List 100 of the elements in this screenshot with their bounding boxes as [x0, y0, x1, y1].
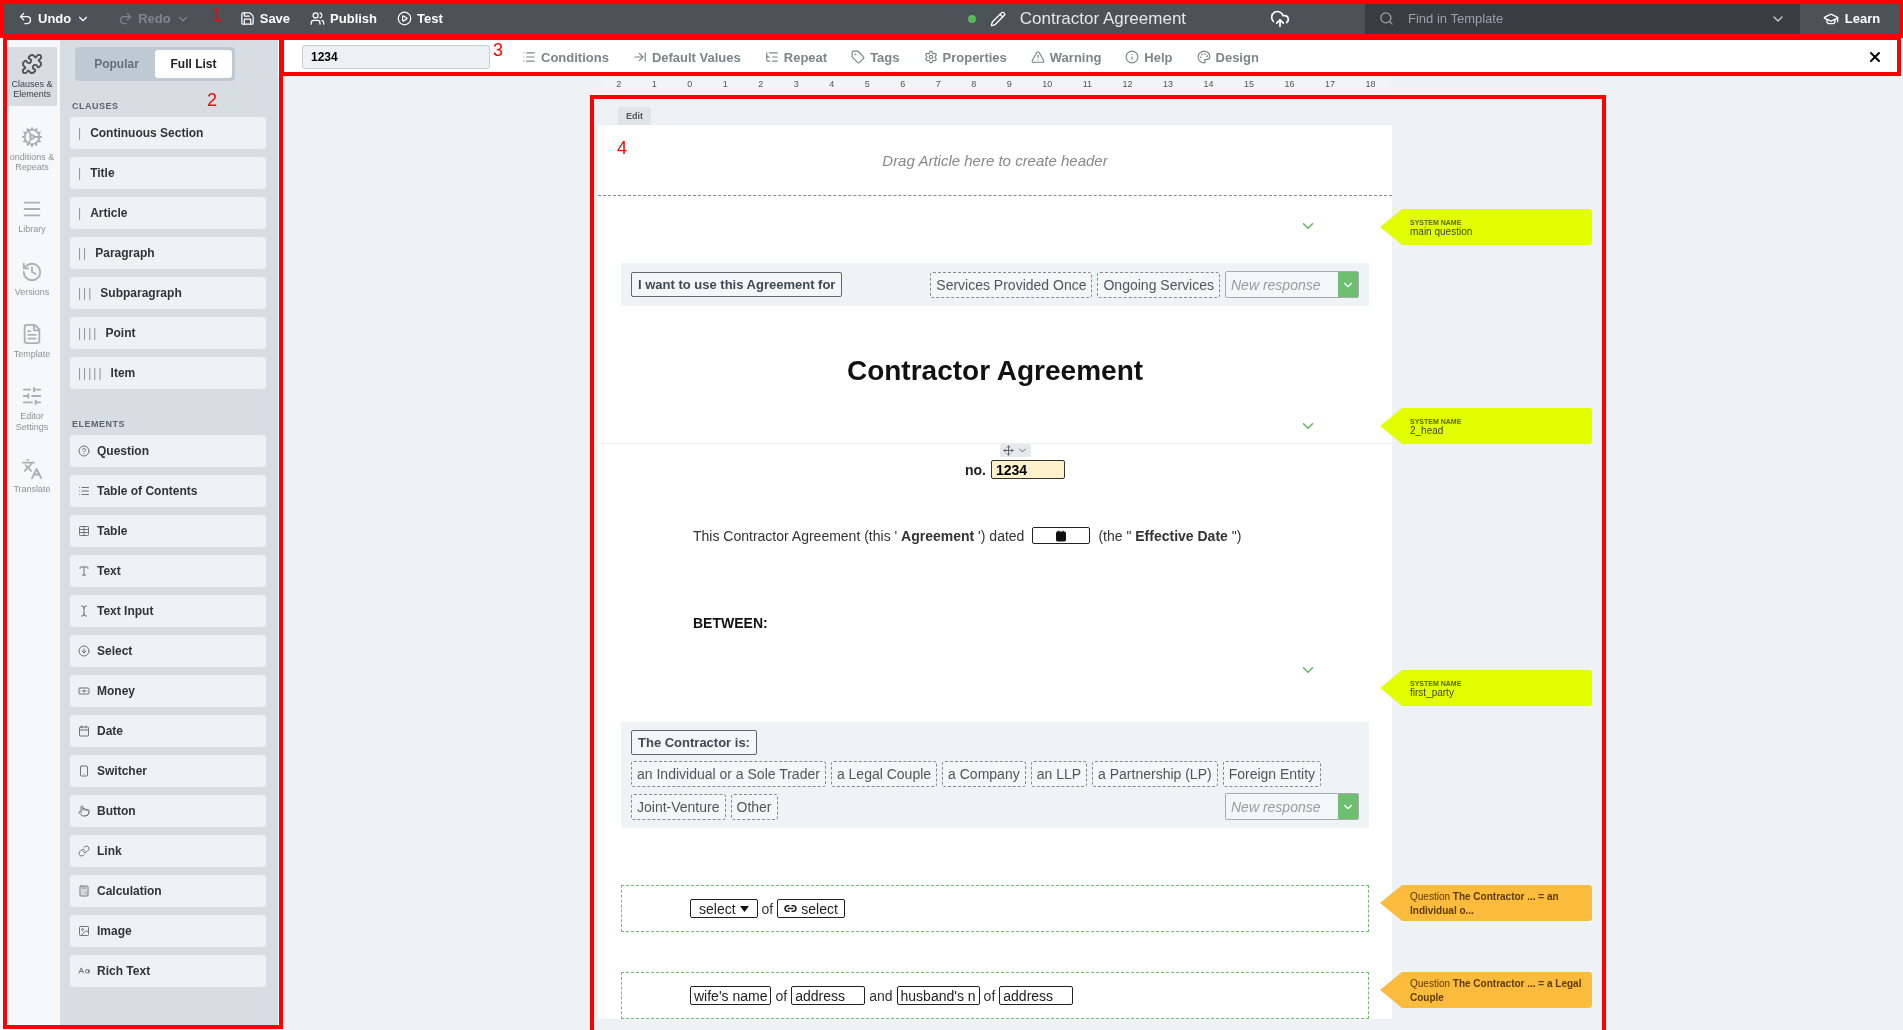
document-name: Contractor Agreement [1019, 8, 1187, 29]
response-option[interactable]: an Individual or a Sole Trader [631, 761, 826, 787]
ruler-number: 8 [971, 79, 977, 89]
new-response-control[interactable]: New response [1225, 271, 1359, 298]
new-response-field[interactable]: New response [1226, 272, 1338, 297]
new-response-field[interactable]: New response [1226, 794, 1338, 819]
number-field[interactable]: 1234 [991, 460, 1065, 479]
list-icon [522, 50, 536, 64]
play-icon [397, 11, 413, 26]
element-item[interactable]: Link [70, 835, 266, 867]
element-item[interactable]: Date [70, 715, 266, 747]
clause-item[interactable]: ||| Subparagraph [70, 277, 266, 309]
ruler-number: 0 [687, 79, 693, 89]
clause-item[interactable]: ||||| Item [70, 357, 266, 389]
toolbar-button[interactable]: Tags [841, 49, 910, 65]
toolbar-button[interactable]: Publish [300, 0, 388, 37]
ruler-number: 5 [864, 79, 870, 89]
toolbar-button[interactable]: Test [387, 0, 453, 37]
status-dot [967, 14, 976, 23]
ruler-number: 7 [935, 79, 941, 89]
element-item[interactable]: Question [70, 435, 266, 467]
date-field[interactable] [1032, 527, 1091, 544]
tag-value: first_party [1410, 686, 1455, 698]
inline-field[interactable]: wife's name [690, 986, 772, 1005]
ruler-number: 11 [1082, 79, 1093, 89]
toolbar-button[interactable]: Help [1115, 49, 1183, 65]
clause-item[interactable]: | Title [70, 157, 266, 189]
toolbar-button[interactable]: Conditions [512, 49, 619, 65]
letter-icon [78, 565, 90, 577]
history-icon [21, 260, 43, 283]
cloud-upload-icon[interactable] [1270, 8, 1291, 29]
ruler-number: 10 [1042, 79, 1053, 89]
link-select[interactable]: select [777, 899, 845, 918]
response-option[interactable]: a Company [942, 761, 1026, 787]
element-name-field[interactable]: 1234 [302, 45, 490, 69]
response-option[interactable]: Services Provided Once [930, 271, 1093, 298]
element-item[interactable]: Money [70, 675, 266, 707]
inline-text: of [983, 987, 996, 1004]
response-option[interactable]: a Legal Couple [830, 761, 938, 787]
clause-item[interactable]: || Paragraph [70, 237, 266, 269]
element-item[interactable]: Button [70, 795, 266, 827]
close-icon [1867, 49, 1883, 65]
select-dropdown[interactable]: select [690, 899, 758, 918]
element-item[interactable]: Select [70, 635, 266, 667]
toolbar-button[interactable]: Warning [1020, 49, 1112, 65]
users-icon [310, 11, 326, 26]
response-option[interactable]: Foreign Entity [1222, 761, 1322, 787]
list-tab[interactable]: Full List [155, 50, 232, 78]
element-item[interactable]: Table [70, 515, 266, 547]
sliders-icon [21, 385, 43, 408]
edit-tab[interactable]: Edit [618, 107, 651, 125]
ruler-number: 17 [1325, 79, 1336, 89]
clause-item[interactable]: | Article [70, 197, 266, 229]
element-item[interactable]: Text [70, 555, 266, 587]
pointer-hand-icon [78, 805, 90, 817]
translate-icon [21, 458, 43, 481]
element-item[interactable]: Image [70, 915, 266, 947]
inline-field[interactable]: address [999, 986, 1074, 1005]
response-option[interactable]: Joint-Venture [631, 793, 726, 820]
search-field[interactable]: Find in Template [1406, 10, 1758, 27]
element-item[interactable]: Text Input [70, 595, 266, 627]
arrow-to-line-icon [632, 50, 647, 64]
list-icon [78, 485, 90, 497]
element-item[interactable]: Calculation [70, 875, 266, 907]
response-option[interactable]: an LLP [1030, 761, 1088, 787]
pencil-icon[interactable] [989, 10, 1006, 27]
element-item[interactable]: Table of Contents [70, 475, 266, 507]
element-item[interactable]: Switcher [70, 755, 266, 787]
banknote-icon [78, 685, 90, 697]
text-size-icon [78, 965, 90, 977]
clause-item[interactable]: |||| Point [70, 317, 266, 349]
move-control[interactable] [999, 444, 1031, 457]
toolbar-button[interactable]: Properties [913, 49, 1017, 65]
question-prompt: The Contractor is: [631, 730, 757, 755]
annotation-number: 3 [493, 40, 503, 61]
tag-icon [851, 50, 866, 64]
section-heading: ELEMENTS [72, 419, 126, 429]
inline-field[interactable]: address [791, 986, 866, 1005]
toolbar-button[interactable]: Save [229, 0, 301, 37]
text-cursor-icon [78, 605, 90, 617]
ruler-number: 2 [616, 79, 622, 89]
toolbar-button[interactable]: Repeat [754, 49, 838, 65]
response-option[interactable]: a Partnership (LP) [1092, 761, 1218, 787]
toolbar-button[interactable]: Design [1186, 49, 1269, 65]
new-response-control[interactable]: New response [1225, 793, 1359, 820]
inline-field[interactable]: husband's n [896, 986, 980, 1005]
question-prompt: I want to use this Agreement for [631, 272, 843, 297]
response-option[interactable]: Ongoing Services [1097, 271, 1220, 298]
condition-text: Question The Contractor ... = a Legal Couple [1410, 977, 1583, 1004]
inline-text: of [775, 987, 788, 1004]
response-option[interactable]: Other [730, 793, 778, 820]
clause-item[interactable]: | Continuous Section [70, 117, 266, 149]
warning-icon [1030, 50, 1045, 64]
element-item[interactable]: Rich Text [70, 955, 266, 987]
undo-button[interactable]: Undo [0, 0, 101, 37]
rail-item[interactable]: Clauses & Elements [7, 47, 57, 106]
toolbar-button[interactable]: Default Values [622, 49, 751, 65]
image-icon [78, 925, 90, 937]
ruler-number: 1 [722, 79, 728, 89]
inline-text: and [869, 987, 893, 1004]
